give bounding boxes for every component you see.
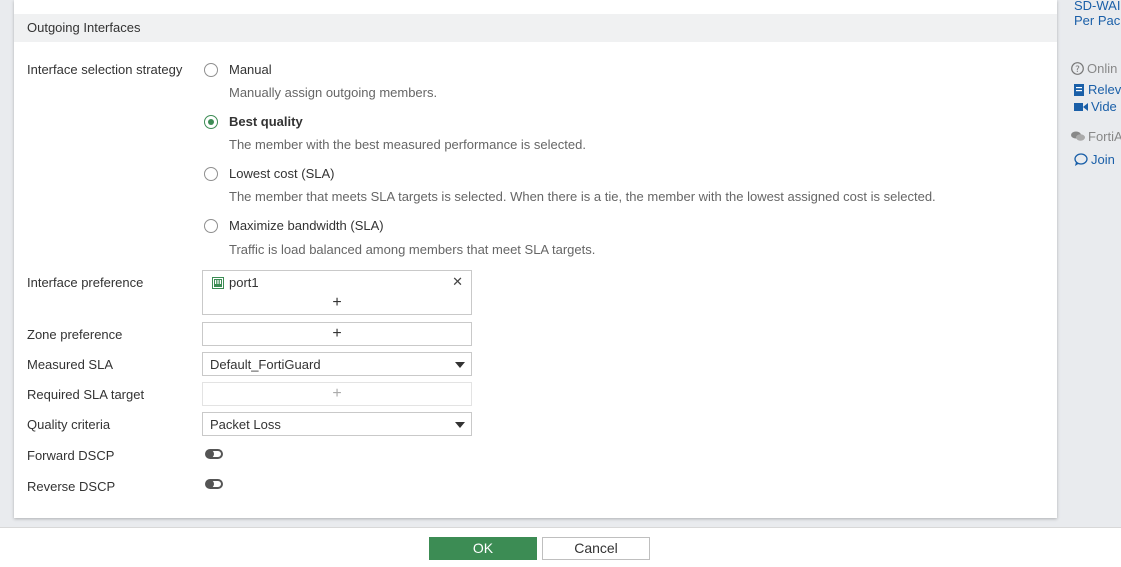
ok-button[interactable]: OK [429, 537, 537, 560]
add-zone-icon[interactable]: + [203, 324, 471, 344]
sidebar-forti-label: FortiA [1088, 129, 1121, 144]
interface-preference-field[interactable]: port1 ✕ + [202, 270, 472, 315]
sidebar-relevant-label: Relev [1088, 82, 1121, 97]
zone-preference-field[interactable]: + [202, 322, 472, 346]
document-icon [1074, 83, 1084, 96]
chevron-down-icon [455, 422, 465, 428]
quality-criteria-select[interactable]: Packet Loss [202, 412, 472, 436]
sidebar-join[interactable]: Join [1074, 152, 1115, 167]
forward-dscp-label: Forward DSCP [27, 448, 115, 463]
cancel-button[interactable]: Cancel [542, 537, 650, 560]
option-manual-desc: Manually assign outgoing members. [229, 85, 438, 100]
sidebar-link-sdwan[interactable]: SD-WAI [1074, 0, 1120, 13]
zone-preference-label: Zone preference [27, 327, 123, 342]
help-icon: ? [1071, 62, 1084, 75]
option-best-quality-title[interactable]: Best quality [229, 114, 303, 129]
sidebar-video[interactable]: Vide [1074, 99, 1117, 114]
add-interface-icon[interactable]: + [203, 293, 471, 313]
sidebar-online-help[interactable]: ? Onlin [1071, 61, 1117, 76]
sidebar-relevant-docs[interactable]: Relev [1074, 82, 1121, 97]
port-icon [212, 276, 224, 289]
option-maximize-bandwidth-title[interactable]: Maximize bandwidth (SLA) [229, 218, 384, 233]
chat-icon [1071, 131, 1085, 141]
section-header: Outgoing Interfaces [14, 14, 1057, 42]
sidebar-forti-community: FortiA [1071, 129, 1121, 144]
radio-lowest-cost[interactable] [204, 167, 218, 181]
chevron-down-icon [455, 362, 465, 368]
sidebar-online-label: Onlin [1087, 61, 1118, 76]
option-maximize-bandwidth-desc: Traffic is load balanced among members t… [229, 242, 596, 257]
radio-manual[interactable] [204, 63, 218, 77]
required-sla-label: Required SLA target [27, 387, 145, 402]
reverse-dscp-label: Reverse DSCP [27, 479, 116, 494]
quality-criteria-value: Packet Loss [210, 417, 281, 432]
outgoing-interfaces-panel: Outgoing Interfaces Interface selection … [14, 0, 1057, 518]
comment-icon [1074, 153, 1088, 166]
svg-text:?: ? [1075, 65, 1080, 75]
sidebar-link-per-packet[interactable]: Per Pacl [1074, 13, 1121, 28]
measured-sla-select[interactable]: Default_FortiGuard [202, 352, 472, 376]
reverse-dscp-toggle[interactable] [205, 479, 223, 489]
interface-port1-label: port1 [229, 275, 259, 290]
forward-dscp-toggle[interactable] [205, 449, 223, 459]
option-lowest-cost-title[interactable]: Lowest cost (SLA) [229, 166, 335, 181]
quality-criteria-label: Quality criteria [27, 417, 111, 432]
sidebar-video-label: Vide [1091, 99, 1117, 114]
measured-sla-value: Default_FortiGuard [210, 357, 321, 372]
radio-maximize-bandwidth[interactable] [204, 219, 218, 233]
measured-sla-label: Measured SLA [27, 357, 113, 372]
strategy-label: Interface selection strategy [27, 62, 183, 77]
dialog-footer: OK Cancel [0, 527, 1121, 567]
remove-port1-icon[interactable]: ✕ [452, 274, 463, 290]
required-sla-field: + [202, 382, 472, 406]
option-best-quality-desc: The member with the best measured perfor… [229, 137, 586, 152]
interface-preference-label: Interface preference [27, 275, 144, 290]
sidebar-join-label: Join [1091, 152, 1115, 167]
help-sidebar: SD-WAI Per Pacl ? Onlin Relev Vide Forti… [1057, 0, 1121, 527]
add-sla-target-icon: + [332, 385, 342, 402]
option-lowest-cost-desc: The member that meets SLA targets is sel… [229, 189, 936, 204]
option-manual-title[interactable]: Manual [229, 62, 272, 77]
video-icon [1074, 102, 1088, 111]
radio-best-quality[interactable] [204, 115, 218, 129]
interface-entry: port1 [212, 275, 259, 290]
